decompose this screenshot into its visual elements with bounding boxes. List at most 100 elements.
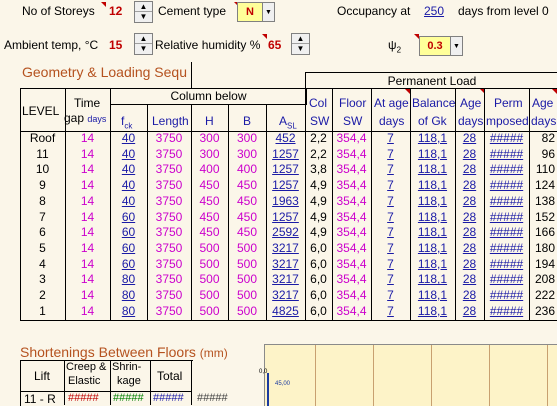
cell-asl[interactable]: 1257 [266, 147, 305, 163]
down-arrow-icon[interactable]: ▼ [292, 44, 309, 54]
storeys-value[interactable]: 12 [109, 4, 122, 18]
cell-perm[interactable]: ##### [484, 257, 529, 273]
cell-perm[interactable]: ##### [484, 210, 529, 226]
cell-perm[interactable]: ##### [484, 178, 529, 194]
cell-gap[interactable]: 14 [65, 257, 110, 273]
cell-age[interactable]: 28 [455, 257, 484, 273]
cell-atage[interactable]: 7 [371, 210, 410, 226]
cell-age[interactable]: 28 [455, 162, 484, 178]
cell-b[interactable]: 450 [228, 225, 266, 241]
cell-gap[interactable]: 14 [65, 178, 110, 194]
cell-age[interactable]: 28 [455, 194, 484, 210]
cell-bal[interactable]: 118,1 [410, 304, 455, 320]
cell-gap[interactable]: 14 [65, 162, 110, 178]
cell-atage[interactable]: 7 [371, 257, 410, 273]
cell-len[interactable]: 3750 [147, 225, 191, 241]
cement-dropdown[interactable]: N ▼ [237, 2, 275, 22]
cell-fck[interactable]: 40 [110, 131, 147, 147]
cell-b[interactable]: 450 [228, 178, 266, 194]
dropdown-arrow-icon[interactable]: ▼ [262, 3, 274, 21]
up-arrow-icon[interactable]: ▲ [292, 34, 309, 44]
cell-gap[interactable]: 14 [65, 210, 110, 226]
cell-asl[interactable]: 3217 [266, 257, 305, 273]
cell-perm[interactable]: ##### [484, 162, 529, 178]
cell-h[interactable]: 500 [191, 304, 228, 320]
cell-perm[interactable]: ##### [484, 304, 529, 320]
cell-atage[interactable]: 7 [371, 304, 410, 320]
up-arrow-icon[interactable]: ▲ [135, 2, 152, 12]
cell-asl[interactable]: 3217 [266, 272, 305, 288]
cell-fck[interactable]: 60 [110, 257, 147, 273]
cell-h[interactable]: 500 [191, 257, 228, 273]
cell-len[interactable]: 3750 [147, 257, 191, 273]
cell-h[interactable]: 500 [191, 288, 228, 304]
cell-len[interactable]: 3750 [147, 241, 191, 257]
cell-perm[interactable]: ##### [484, 272, 529, 288]
cell-asl[interactable]: 1257 [266, 178, 305, 194]
cell-atage[interactable]: 7 [371, 131, 410, 147]
cell-atage[interactable]: 7 [371, 162, 410, 178]
occupancy-value[interactable]: 250 [424, 4, 444, 18]
cell-h[interactable]: 500 [191, 272, 228, 288]
cell-atage[interactable]: 7 [371, 194, 410, 210]
cell-fck[interactable]: 60 [110, 241, 147, 257]
cell-b[interactable]: 450 [228, 210, 266, 226]
cell-b[interactable]: 450 [228, 194, 266, 210]
cell-asl[interactable]: 2592 [266, 225, 305, 241]
cell-asl[interactable]: 3217 [266, 288, 305, 304]
cell-age[interactable]: 28 [455, 272, 484, 288]
cell-age[interactable]: 28 [455, 178, 484, 194]
cell-len[interactable]: 3750 [147, 272, 191, 288]
cell-age[interactable]: 28 [455, 210, 484, 226]
cell-gap[interactable]: 14 [65, 225, 110, 241]
cell-len[interactable]: 3750 [147, 194, 191, 210]
cell-len[interactable]: 3750 [147, 210, 191, 226]
cell-len[interactable]: 3750 [147, 288, 191, 304]
cell-atage[interactable]: 7 [371, 178, 410, 194]
cell-asl[interactable]: 452 [266, 131, 305, 147]
cell-gap[interactable]: 14 [65, 304, 110, 320]
psi-dropdown[interactable]: 0.3 ▼ [419, 36, 463, 56]
cell-age[interactable]: 28 [455, 225, 484, 241]
cell-perm[interactable]: ##### [484, 194, 529, 210]
cell-atage[interactable]: 7 [371, 147, 410, 163]
cell-fck[interactable]: 40 [110, 162, 147, 178]
up-arrow-icon[interactable]: ▲ [135, 34, 152, 44]
down-arrow-icon[interactable]: ▼ [135, 44, 152, 54]
cell-asl[interactable]: 3217 [266, 241, 305, 257]
cell-h[interactable]: 300 [191, 131, 228, 147]
dropdown-arrow-icon[interactable]: ▼ [450, 37, 462, 55]
cell-h[interactable]: 500 [191, 241, 228, 257]
cell-atage[interactable]: 7 [371, 241, 410, 257]
cell-b[interactable]: 500 [228, 241, 266, 257]
cell-age[interactable]: 28 [455, 288, 484, 304]
cell-age[interactable]: 28 [455, 131, 484, 147]
cell-h[interactable]: 450 [191, 178, 228, 194]
cell-fck[interactable]: 60 [110, 210, 147, 226]
down-arrow-icon[interactable]: ▼ [135, 12, 152, 22]
cell-perm[interactable]: ##### [484, 225, 529, 241]
cell-bal[interactable]: 118,1 [410, 131, 455, 147]
cell-bal[interactable]: 118,1 [410, 210, 455, 226]
cell-bal[interactable]: 118,1 [410, 225, 455, 241]
cell-bal[interactable]: 118,1 [410, 241, 455, 257]
cell-b[interactable]: 400 [228, 162, 266, 178]
cell-perm[interactable]: ##### [484, 131, 529, 147]
cell-fck[interactable]: 40 [110, 194, 147, 210]
cell-atage[interactable]: 7 [371, 288, 410, 304]
cell-perm[interactable]: ##### [484, 288, 529, 304]
cell-len[interactable]: 3750 [147, 147, 191, 163]
cell-age[interactable]: 28 [455, 241, 484, 257]
cell-bal[interactable]: 118,1 [410, 288, 455, 304]
cell-fck[interactable]: 80 [110, 272, 147, 288]
cell-asl[interactable]: 1257 [266, 210, 305, 226]
cell-len[interactable]: 3750 [147, 131, 191, 147]
cell-fck[interactable]: 80 [110, 288, 147, 304]
cell-fck[interactable]: 60 [110, 225, 147, 241]
cell-len[interactable]: 3750 [147, 178, 191, 194]
cell-bal[interactable]: 118,1 [410, 178, 455, 194]
cell-bal[interactable]: 118,1 [410, 147, 455, 163]
cell-bal[interactable]: 118,1 [410, 257, 455, 273]
storeys-spinner[interactable]: ▲ ▼ [134, 1, 153, 23]
cell-fck[interactable]: 40 [110, 178, 147, 194]
